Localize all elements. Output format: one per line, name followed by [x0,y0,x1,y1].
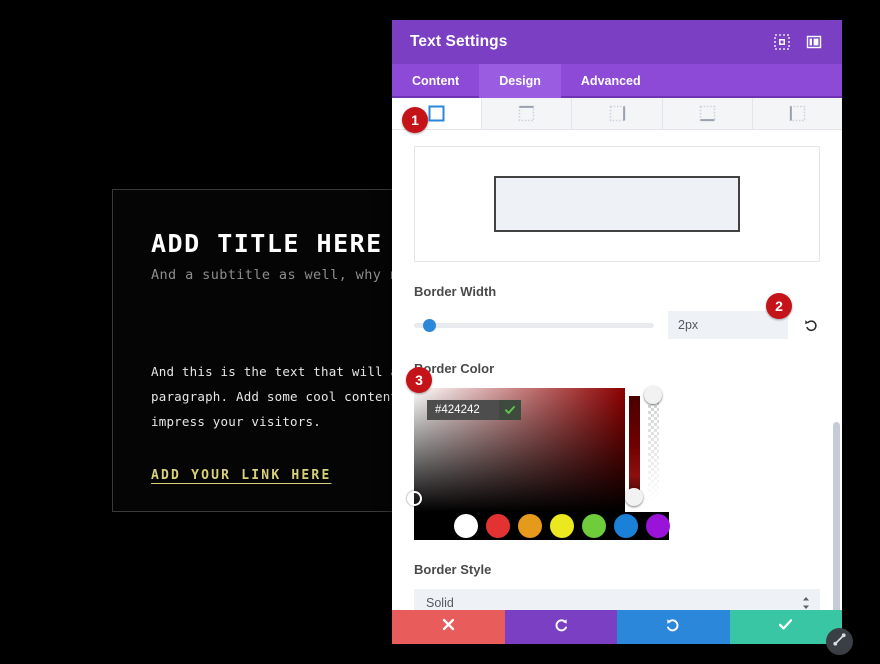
border-width-slider[interactable] [414,317,654,333]
redo-button[interactable] [617,610,730,644]
swatch-purple[interactable] [646,514,670,538]
callout-badge-3: 3 [406,367,432,393]
slider-thumb[interactable] [423,318,436,332]
hex-color-input[interactable]: #424242 [427,400,499,420]
alpha-slider-thumb[interactable] [644,386,662,404]
alpha-slider[interactable] [648,396,659,502]
slider-track [414,322,654,328]
modal-header: Text Settings [392,20,842,64]
hue-slider[interactable] [629,396,640,502]
border-top-side[interactable] [482,98,573,129]
swatch-blue[interactable] [614,514,638,538]
tab-content[interactable]: Content [392,64,479,98]
border-style-label: Border Style [414,562,492,577]
swatch-orange[interactable] [518,514,542,538]
layout-panel-icon[interactable] [804,32,824,52]
tab-design[interactable]: Design [479,64,561,98]
redo-arrow-icon [665,617,681,638]
border-bottom-side[interactable] [662,98,753,129]
border-preview-rect [494,176,740,232]
border-width-row: 2px [414,311,820,339]
border-style-select[interactable]: Solid [414,589,820,610]
hue-slider-thumb[interactable] [625,488,643,506]
resize-handle[interactable] [826,628,853,655]
swatch-black[interactable] [422,514,446,538]
border-right-side[interactable] [572,98,663,129]
callout-badge-2: 2 [766,293,792,319]
site-link[interactable]: ADD YOUR LINK HERE [151,468,331,483]
swatch-white[interactable] [454,514,478,538]
panel-scrollbar-thumb[interactable] [833,422,840,610]
screen-root: ADD TITLE HERE And a subtitle as well, w… [0,0,880,664]
cancel-button[interactable] [392,610,505,644]
text-settings-modal: Text Settings Content Design Advanced Bo… [392,20,843,644]
checkmark-icon[interactable] [499,400,521,420]
border-style-value: Solid [426,596,454,610]
modal-title: Text Settings [410,33,508,50]
tab-advanced[interactable]: Advanced [561,64,661,98]
swatch-green[interactable] [582,514,606,538]
hex-field-row: #424242 [427,400,521,420]
swatch-red[interactable] [486,514,510,538]
callout-badge-1: 1 [402,107,428,133]
undo-button[interactable] [504,610,617,644]
panel-scrollbar[interactable] [833,306,840,610]
border-left-side[interactable] [752,98,843,129]
color-swatch-strip [414,512,670,540]
modal-body: Border Width 2px Border Color #424242 Bo… [392,130,842,610]
modal-tab-bar: Content Design Advanced [392,64,842,98]
diagonal-resize-icon [832,632,847,652]
color-picker: #424242 [407,386,670,540]
border-side-tabs [392,98,843,130]
expand-icon[interactable] [772,32,792,52]
saturation-cursor[interactable] [407,491,422,506]
border-preview-frame [414,146,820,262]
swatch-yellow[interactable] [550,514,574,538]
undo-arrow-icon [553,617,569,638]
close-x-icon [441,617,456,637]
modal-footer [392,610,842,644]
reset-arrow-icon[interactable] [802,316,820,334]
checkmark-icon [777,616,794,638]
chevron-updown-icon [802,597,810,610]
border-width-label: Border Width [414,284,497,299]
border-color-label: Border Color [414,361,495,376]
